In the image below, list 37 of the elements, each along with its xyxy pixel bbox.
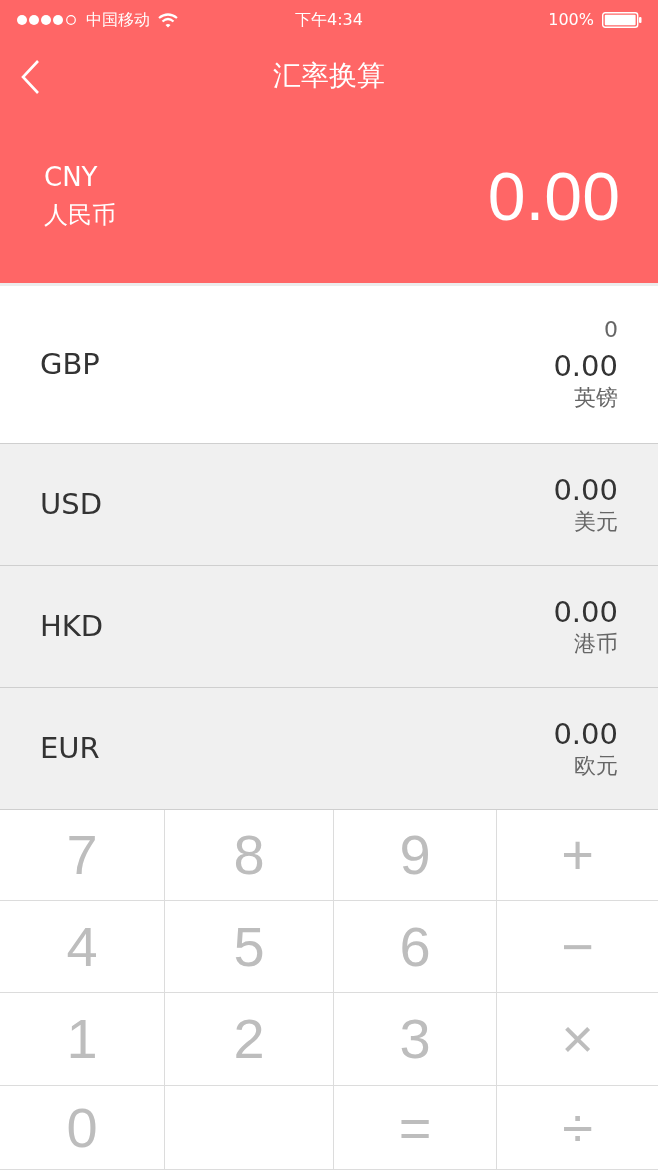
keypad-key[interactable]: 5	[165, 901, 334, 993]
battery-icon	[602, 12, 642, 28]
converted-amount: 0.00	[553, 594, 618, 630]
keypad-key[interactable]: 2	[165, 993, 334, 1086]
base-currency-name: 人民币	[44, 200, 116, 230]
carrier-name: 中国移动	[86, 9, 150, 31]
currency-code: HKD	[40, 607, 104, 645]
currency-name: 美元	[574, 507, 618, 536]
currency-name: 英镑	[574, 383, 618, 412]
keypad-key[interactable]: 4	[0, 901, 165, 993]
base-amount: 0.00	[487, 161, 620, 230]
battery-percentage: 100%	[548, 9, 594, 31]
currency-code: USD	[40, 485, 102, 523]
currency-name: 欧元	[574, 751, 618, 780]
currency-row[interactable]: EUR 0.00 欧元	[0, 688, 658, 810]
converted-amount: 0.00	[553, 349, 618, 384]
keypad-key[interactable]: 7	[0, 810, 165, 901]
keypad-key[interactable]: 6	[334, 901, 497, 993]
keypad-key[interactable]: 1	[0, 993, 165, 1086]
currency-code: EUR	[40, 729, 100, 767]
signal-strength-icon	[16, 14, 78, 26]
converted-amount: 0.00	[553, 716, 618, 752]
page-title: 汇率换算	[273, 58, 385, 94]
keypad-key[interactable]: 0	[0, 1086, 165, 1170]
currency-row[interactable]: USD 0.00 美元	[0, 444, 658, 566]
wifi-icon	[158, 12, 178, 28]
converted-amount: 0.00	[553, 472, 618, 508]
base-currency-code: CNY	[44, 161, 98, 193]
keypad-key[interactable]: =	[334, 1086, 497, 1170]
currency-name: 港币	[574, 629, 618, 658]
currency-code: GBP	[40, 345, 100, 383]
keypad-key[interactable]: 8	[165, 810, 334, 901]
status-time: 下午4:34	[295, 9, 363, 31]
keypad-key[interactable]: 9	[334, 810, 497, 901]
input-amount: 0	[604, 316, 618, 343]
keypad-key[interactable]: 3	[334, 993, 497, 1086]
currency-row[interactable]: HKD 0.00 港币	[0, 566, 658, 688]
